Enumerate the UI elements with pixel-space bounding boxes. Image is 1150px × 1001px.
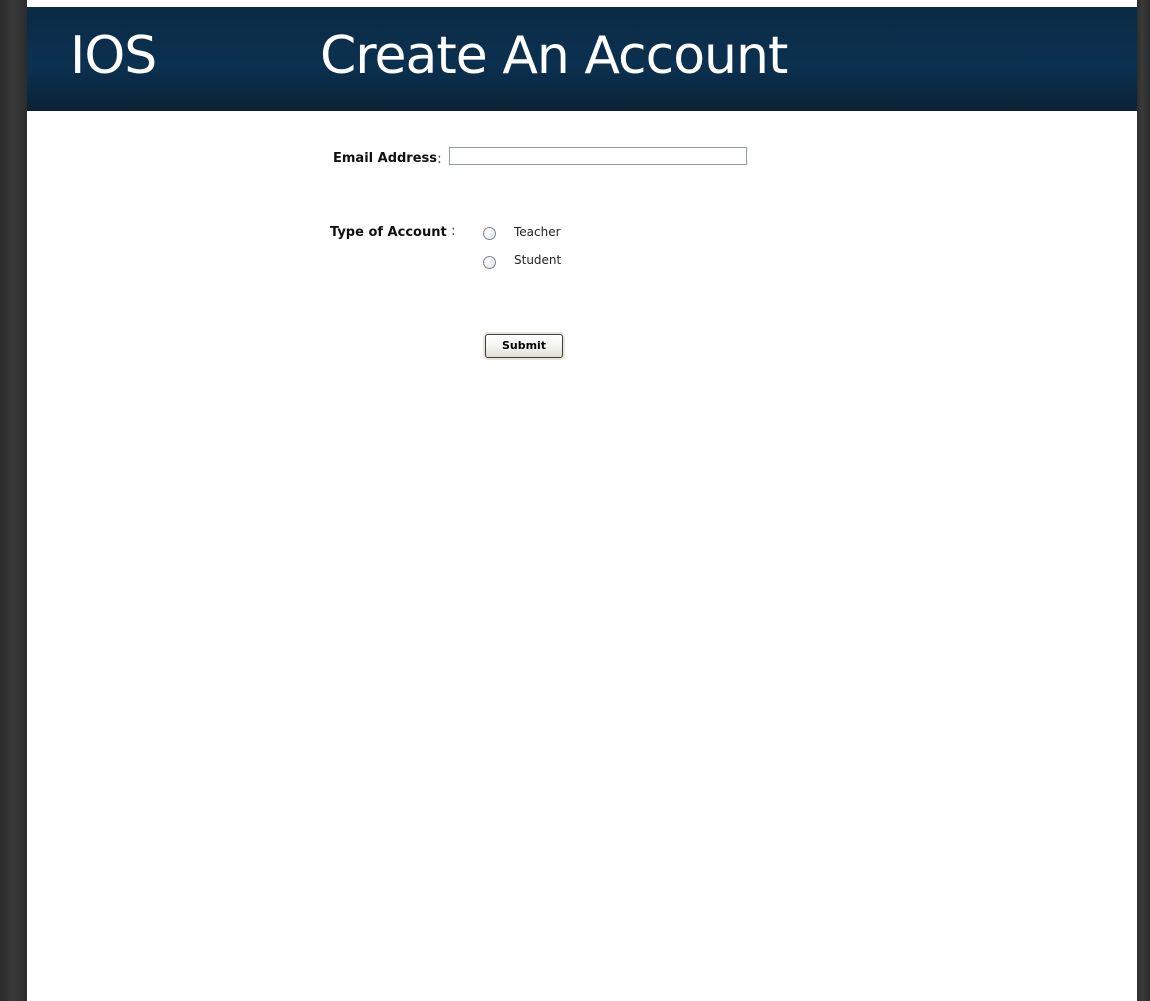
window-frame-right bbox=[1136, 0, 1150, 1001]
header-bar: IOS Create An Account bbox=[27, 7, 1137, 111]
email-colon: : bbox=[437, 151, 442, 167]
app-name: IOS bbox=[70, 26, 157, 86]
student-radio-label[interactable]: Student bbox=[514, 253, 561, 267]
student-radio[interactable] bbox=[483, 256, 496, 269]
teacher-radio-label[interactable]: Teacher bbox=[514, 225, 561, 239]
account-type-label: Type of Account bbox=[330, 225, 447, 240]
account-type-colon: : bbox=[451, 223, 456, 239]
teacher-radio[interactable] bbox=[483, 227, 496, 240]
email-label: Email Address bbox=[333, 151, 438, 166]
submit-button[interactable]: Submit bbox=[485, 334, 563, 358]
page-title: Create An Account bbox=[320, 26, 788, 86]
app-window: IOS Create An Account Email Address : Ty… bbox=[27, 0, 1137, 1001]
email-field[interactable] bbox=[449, 147, 747, 165]
